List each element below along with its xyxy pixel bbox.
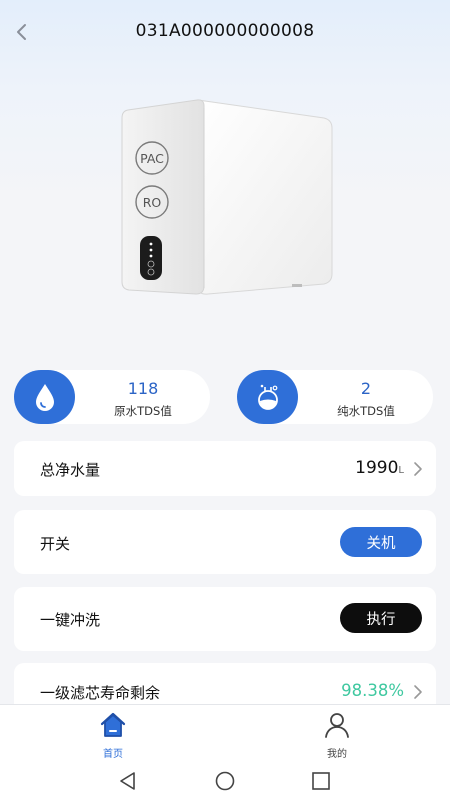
total-water-label: 总净水量 bbox=[40, 461, 101, 479]
tab-home-label: 首页 bbox=[103, 749, 123, 760]
pure-tds-value: 2 bbox=[360, 379, 372, 398]
user-icon bbox=[325, 713, 349, 738]
nav-home-icon[interactable] bbox=[213, 769, 237, 793]
filter-life-label: 一级滤芯寿命剩余 bbox=[40, 684, 161, 702]
flush-card: 一键冲洗 执行 bbox=[14, 587, 436, 651]
power-label: 开关 bbox=[40, 535, 71, 553]
nav-recents-icon[interactable] bbox=[309, 769, 333, 793]
power-card: 开关 关机 bbox=[14, 510, 436, 574]
tab-mine-label: 我的 bbox=[327, 749, 347, 760]
raw-tds-value: 118 bbox=[127, 379, 159, 398]
home-icon bbox=[100, 712, 126, 737]
svg-text:RO: RO bbox=[143, 195, 162, 210]
raw-tds-label: 原水TDS值 bbox=[114, 404, 172, 418]
power-off-button[interactable]: 关机 bbox=[340, 527, 422, 557]
nav-back-icon[interactable] bbox=[116, 769, 140, 793]
tab-mine[interactable]: 我的 bbox=[287, 705, 387, 763]
bottom-tab-bar: 首页 我的 bbox=[0, 704, 450, 762]
pure-tds-label: 纯水TDS值 bbox=[337, 404, 395, 418]
pure-tds-card: 2 纯水TDS值 bbox=[237, 370, 433, 424]
system-nav-bar bbox=[0, 762, 450, 800]
header-bar: 031A000000000008 bbox=[0, 0, 450, 64]
total-water-card[interactable]: 总净水量 1990L bbox=[14, 441, 436, 496]
chevron-right-icon bbox=[414, 462, 422, 476]
total-water-value: 1990 bbox=[355, 458, 399, 478]
page-title: 031A000000000008 bbox=[135, 21, 315, 41]
water-drop-icon bbox=[14, 370, 75, 424]
filter-life-value: 98.38% bbox=[341, 681, 404, 700]
total-water-value-group: 1990L bbox=[355, 458, 404, 478]
chevron-right-icon bbox=[414, 685, 422, 699]
tab-home[interactable]: 首页 bbox=[63, 705, 163, 763]
flush-label: 一键冲洗 bbox=[40, 611, 101, 629]
flask-icon bbox=[237, 370, 298, 424]
total-water-unit: L bbox=[398, 465, 404, 476]
svg-text:PAC: PAC bbox=[140, 151, 164, 166]
raw-tds-card: 118 原水TDS值 bbox=[14, 370, 210, 424]
flush-execute-button[interactable]: 执行 bbox=[340, 603, 422, 633]
device-image: PAC RO bbox=[118, 96, 338, 306]
